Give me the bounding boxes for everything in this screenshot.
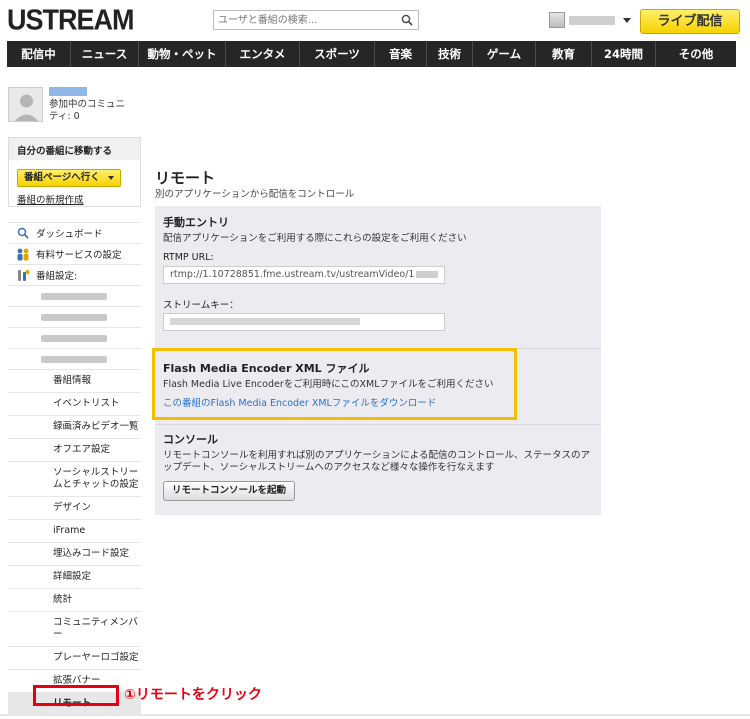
redacted-text: [416, 271, 439, 278]
program-box-heading: 自分の番組に移動する: [9, 138, 140, 160]
live-broadcast-button[interactable]: ライブ配信: [640, 9, 740, 34]
nav-item-other[interactable]: その他: [656, 41, 736, 67]
redacted-text: [170, 318, 360, 325]
instruction-callout: ①リモートをクリック: [124, 687, 262, 703]
manual-entry-desc: 配信アプリケーションをご利用する際にこれらの設定をご利用ください: [163, 233, 467, 244]
sidebar-sub-community-members[interactable]: コミュニティメンバー: [8, 611, 141, 646]
console-desc: リモートコンソールを利用すれば別のアプリケーションによる配信のコントロール、ステ…: [163, 450, 591, 473]
page-title: リモート: [155, 169, 216, 187]
sidebar-sub-recorded-videos[interactable]: 録画済みビデオ一覧: [8, 415, 141, 438]
sidebar-item-label: 番組設定:: [36, 271, 78, 282]
nav-item-education[interactable]: 教育: [536, 41, 592, 67]
nav-item-news[interactable]: ニュース: [71, 41, 139, 67]
people-icon: [16, 247, 30, 261]
section-divider: [155, 424, 601, 425]
sidebar-item-label: ダッシュボード: [36, 229, 103, 240]
profile-name-redacted[interactable]: [49, 87, 87, 96]
chevron-down-icon[interactable]: [623, 17, 631, 23]
sidebar-sub-player-logo[interactable]: プレーヤーロゴ設定: [8, 646, 141, 669]
rtmp-url-label: RTMP URL:: [163, 252, 214, 263]
goto-program-button[interactable]: 番組ページへ行く: [17, 169, 121, 187]
page-subtitle: 別のアプリケーションから配信をコントロール: [155, 189, 355, 200]
program-box: 自分の番組に移動する 番組ページへ行く 番組の新規作成: [8, 137, 141, 207]
search-icon[interactable]: [401, 14, 413, 26]
nav-item-live[interactable]: 配信中: [7, 41, 71, 67]
goto-program-label: 番組ページへ行く: [24, 172, 100, 183]
sidebar-sub-embed-code[interactable]: 埋込みコード設定: [8, 542, 141, 565]
sidebar-sub-advanced[interactable]: 詳細設定: [8, 565, 141, 588]
nav-item-sports[interactable]: スポーツ: [300, 41, 375, 67]
channel-row-redacted[interactable]: [8, 348, 141, 369]
nav-item-music[interactable]: 音楽: [375, 41, 427, 67]
rtmp-url-field[interactable]: rtmp://1.10728851.fme.ustream.tv/ustream…: [163, 266, 445, 284]
channel-row-redacted[interactable]: [8, 306, 141, 327]
fme-highlight-frame: [152, 348, 517, 420]
category-nav: 配信中 ニュース 動物・ペット エンタメ スポーツ 音楽 技術 ゲーム 教育 2…: [7, 41, 736, 67]
nav-item-24h[interactable]: 24時間: [592, 41, 656, 67]
sidebar-sub-event-list[interactable]: イベントリスト: [8, 392, 141, 415]
search-input[interactable]: [214, 11, 394, 29]
console-section: コンソール リモートコンソールを利用すれば別のアプリケーションによる配信のコント…: [163, 431, 593, 474]
user-name-redacted: [569, 15, 615, 25]
nav-item-games[interactable]: ゲーム: [473, 41, 536, 67]
sidebar-sub-stats[interactable]: 統計: [8, 588, 141, 611]
magnifier-icon: [16, 226, 30, 240]
channel-row-redacted[interactable]: [8, 285, 141, 306]
page-divider: [0, 714, 750, 716]
chevron-down-icon: [107, 176, 114, 180]
rtmp-url-value: rtmp://1.10728851.fme.ustream.tv/ustream…: [170, 269, 415, 280]
redacted-text: [41, 334, 107, 342]
user-menu[interactable]: [549, 12, 631, 28]
channel-row-redacted[interactable]: [8, 327, 141, 348]
redacted-text: [41, 292, 107, 300]
stream-key-label: ストリームキー：: [163, 300, 239, 311]
sidebar-sub-offair[interactable]: オフエア設定: [8, 438, 141, 461]
manual-entry-section: 手動エントリ 配信アプリケーションをご利用する際にこれらの設定をご利用ください: [163, 214, 593, 245]
ustream-logo[interactable]: USTREAM: [7, 4, 134, 37]
tools-icon: [16, 268, 30, 282]
sidebar-sub-social-stream[interactable]: ソーシャルストリームとチャットの設定: [8, 461, 141, 496]
remote-highlight-frame: [33, 685, 119, 706]
manual-entry-heading: 手動エントリ: [163, 216, 229, 229]
redacted-text: [41, 313, 107, 321]
launch-console-button[interactable]: リモートコンソールを起動: [163, 481, 296, 501]
nav-item-tech[interactable]: 技術: [427, 41, 473, 67]
redacted-text: [41, 355, 107, 363]
new-program-link[interactable]: 番組の新規作成: [17, 192, 84, 206]
community-count: 参加中のコミュニティ: 0: [49, 99, 126, 122]
sidebar-item-label: 有料サービスの設定: [36, 250, 122, 261]
sidebar-item-dashboard[interactable]: ダッシュボード: [8, 222, 141, 243]
sidebar-sub-design[interactable]: デザイン: [8, 496, 141, 519]
sidebar-item-program-settings[interactable]: 番組設定:: [8, 264, 141, 285]
search-box[interactable]: [213, 10, 419, 30]
nav-item-entertainment[interactable]: エンタメ: [226, 41, 300, 67]
sidebar-sub-iframe[interactable]: iFrame: [8, 519, 141, 542]
profile-avatar[interactable]: [8, 87, 43, 122]
sidebar-menu: ダッシュボード 有料サービスの設定 番組設定: 番組情報 イベントリスト 録画済…: [8, 222, 141, 715]
user-avatar[interactable]: [549, 12, 565, 28]
nav-item-animals[interactable]: 動物・ペット: [139, 41, 226, 67]
stream-key-field[interactable]: [163, 313, 445, 331]
sidebar-item-paid-services[interactable]: 有料サービスの設定: [8, 243, 141, 264]
console-heading: コンソール: [163, 433, 218, 446]
sidebar-sub-program-info[interactable]: 番組情報: [8, 369, 141, 392]
